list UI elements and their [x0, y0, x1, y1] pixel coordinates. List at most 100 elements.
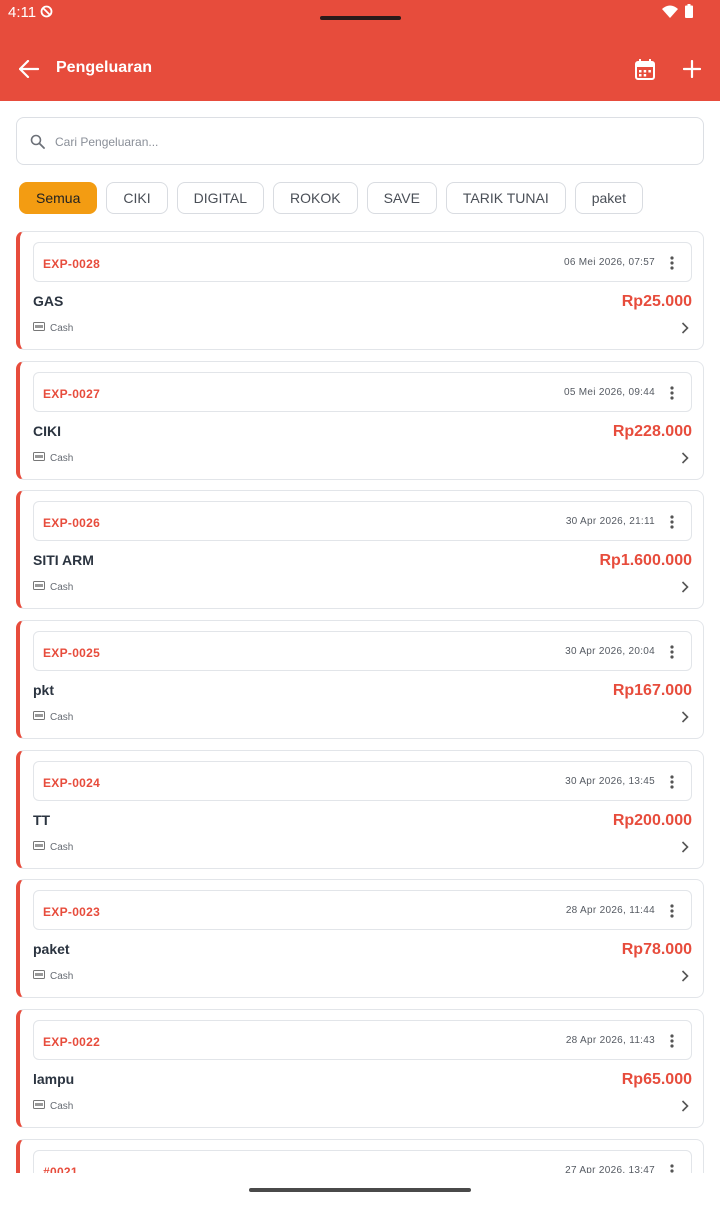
expense-card[interactable]: EXP-0026 30 Apr 2026, 21:11 SITI ARM Rp1…	[16, 490, 704, 609]
payment-method: Cash	[33, 841, 73, 853]
more-vert-icon[interactable]	[665, 773, 679, 791]
expense-card[interactable]: EXP-0022 28 Apr 2026, 11:43 lampu Rp65.0…	[16, 1009, 704, 1128]
gesture-nav-bar[interactable]	[249, 1188, 471, 1192]
expense-card-header: #0021 27 Apr 2026, 13:47	[33, 1150, 692, 1173]
status-bar: 4:11	[0, 0, 720, 28]
expense-date: 05 Mei 2026, 09:44	[563, 387, 655, 398]
expense-amount: Rp228.000	[612, 423, 692, 440]
filter-chip-save[interactable]: SAVE	[366, 182, 437, 214]
expense-card-header: EXP-0022 28 Apr 2026, 11:43	[33, 1020, 692, 1060]
expense-amount: Rp1.600.000	[599, 552, 692, 569]
expense-date: 28 Apr 2026, 11:43	[565, 1035, 655, 1046]
cash-icon	[33, 711, 45, 723]
search-input[interactable]	[55, 130, 675, 154]
wifi-icon	[662, 5, 678, 23]
more-vert-icon[interactable]	[665, 254, 679, 272]
do-not-disturb-icon	[40, 5, 53, 23]
plus-icon[interactable]	[678, 55, 706, 83]
expense-code: EXP-0025	[43, 646, 101, 660]
battery-icon	[685, 4, 693, 23]
status-time: 4:11	[8, 4, 37, 21]
expense-date: 27 Apr 2026, 13:47	[565, 1165, 655, 1173]
expense-date: 06 Mei 2026, 07:57	[563, 257, 655, 268]
chevron-right-icon[interactable]	[681, 451, 689, 469]
payment-method: Cash	[33, 970, 73, 982]
expense-code: #0021	[43, 1165, 78, 1173]
chevron-right-icon[interactable]	[681, 321, 689, 339]
expense-amount: Rp167.000	[612, 682, 692, 699]
calendar-icon[interactable]	[631, 55, 659, 83]
chevron-right-icon[interactable]	[681, 1099, 689, 1117]
page-title: Pengeluaran	[56, 59, 153, 76]
expense-card-header: EXP-0026 30 Apr 2026, 21:11	[33, 501, 692, 541]
expense-card-header: EXP-0027 05 Mei 2026, 09:44	[33, 372, 692, 412]
cash-icon	[33, 841, 45, 853]
expense-name: lampu	[33, 1071, 75, 1087]
filter-chips: Semua CIKI DIGITAL ROKOK SAVE TARIK TUNA…	[19, 182, 643, 214]
chevron-right-icon[interactable]	[681, 840, 689, 858]
filter-chip-digital[interactable]: DIGITAL	[176, 182, 265, 214]
more-vert-icon[interactable]	[665, 643, 679, 661]
cash-icon	[33, 1100, 45, 1112]
cash-icon	[33, 322, 45, 334]
expense-card[interactable]: EXP-0024 30 Apr 2026, 13:45 TT Rp200.000…	[16, 750, 704, 869]
expense-name: TT	[33, 812, 51, 828]
expense-code: EXP-0022	[43, 1035, 101, 1049]
payment-label: Cash	[50, 711, 74, 723]
filter-chip-tarik-tunai[interactable]: TARIK TUNAI	[445, 182, 566, 214]
filter-chip-ciki[interactable]: CIKI	[106, 182, 168, 214]
payment-method: Cash	[33, 711, 73, 723]
expense-code: EXP-0023	[43, 905, 101, 919]
chevron-right-icon[interactable]	[681, 969, 689, 987]
more-vert-icon[interactable]	[665, 384, 679, 402]
expense-card-header: EXP-0028 06 Mei 2026, 07:57	[33, 242, 692, 282]
expense-card[interactable]: EXP-0025 30 Apr 2026, 20:04 pkt Rp167.00…	[16, 620, 704, 739]
filter-chip-rokok[interactable]: ROKOK	[273, 182, 358, 214]
expense-card[interactable]: #0021 27 Apr 2026, 13:47	[16, 1139, 704, 1173]
expense-code: EXP-0028	[43, 257, 101, 271]
expense-card-header: EXP-0023 28 Apr 2026, 11:44	[33, 890, 692, 930]
filter-chip-paket[interactable]: paket	[574, 182, 643, 214]
expense-card[interactable]: EXP-0023 28 Apr 2026, 11:44 paket Rp78.0…	[16, 879, 704, 998]
more-vert-icon[interactable]	[665, 513, 679, 531]
more-vert-icon[interactable]	[665, 1162, 679, 1173]
expense-amount: Rp25.000	[621, 293, 692, 310]
payment-method: Cash	[33, 452, 73, 464]
expense-name: pkt	[33, 682, 54, 698]
payment-label: Cash	[50, 841, 74, 853]
expense-list[interactable]: EXP-0028 06 Mei 2026, 07:57 GAS Rp25.000…	[16, 231, 704, 1173]
expense-name: GAS	[33, 293, 64, 309]
expense-card[interactable]: EXP-0027 05 Mei 2026, 09:44 CIKI Rp228.0…	[16, 361, 704, 480]
cash-icon	[33, 452, 45, 464]
expense-amount: Rp78.000	[621, 941, 692, 958]
more-vert-icon[interactable]	[665, 1032, 679, 1050]
filter-chip-semua[interactable]: Semua	[19, 182, 98, 214]
expense-date: 30 Apr 2026, 13:45	[565, 776, 655, 787]
expense-amount: Rp65.000	[621, 1071, 692, 1088]
search-bar[interactable]	[16, 117, 704, 165]
payment-label: Cash	[50, 1100, 74, 1112]
expense-card-header: EXP-0025 30 Apr 2026, 20:04	[33, 631, 692, 671]
cash-icon	[33, 581, 45, 593]
back-arrow-icon[interactable]	[15, 56, 43, 82]
more-vert-icon[interactable]	[665, 902, 679, 920]
payment-method: Cash	[33, 581, 73, 593]
expense-name: SITI ARM	[33, 552, 94, 568]
payment-label: Cash	[50, 322, 74, 334]
chevron-right-icon[interactable]	[681, 580, 689, 598]
expense-code: EXP-0026	[43, 516, 101, 530]
payment-label: Cash	[50, 970, 74, 982]
top-app-bar: 4:11 Pengeluaran	[0, 0, 720, 101]
payment-label: Cash	[50, 452, 74, 464]
payment-label: Cash	[50, 581, 74, 593]
expense-amount: Rp200.000	[612, 812, 692, 829]
expense-card[interactable]: EXP-0028 06 Mei 2026, 07:57 GAS Rp25.000…	[16, 231, 704, 350]
payment-method: Cash	[33, 1100, 73, 1112]
expense-code: EXP-0027	[43, 387, 101, 401]
expense-name: paket	[33, 941, 70, 957]
chevron-right-icon[interactable]	[681, 710, 689, 728]
cash-icon	[33, 970, 45, 982]
search-icon	[30, 134, 45, 154]
expense-date: 30 Apr 2026, 20:04	[565, 646, 655, 657]
expense-date: 28 Apr 2026, 11:44	[565, 905, 655, 916]
